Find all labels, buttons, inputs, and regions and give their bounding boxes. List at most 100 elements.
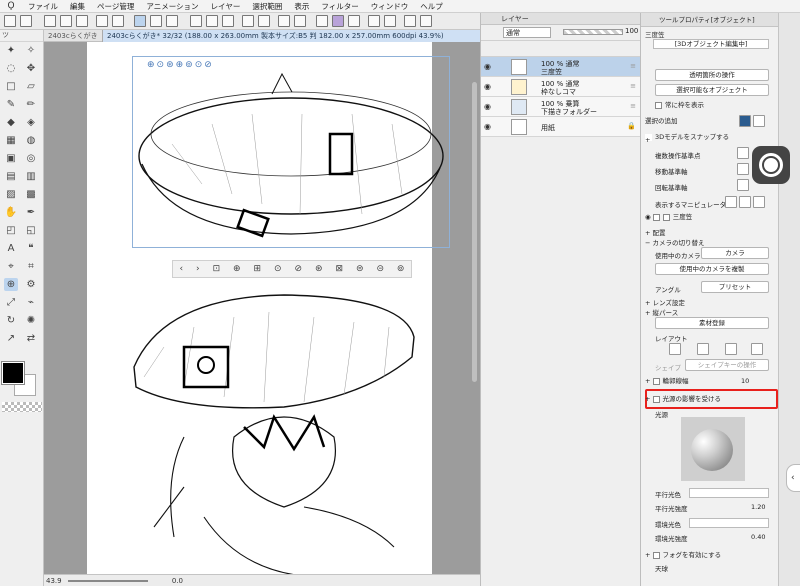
pose-icon[interactable]: ⊜ <box>356 264 364 274</box>
figure-icon[interactable]: ▥ <box>24 170 38 183</box>
light-preview[interactable] <box>681 417 745 481</box>
camera-switch-section[interactable]: − カメラの切り替え <box>645 237 705 247</box>
object-visibility-row[interactable]: ◉ 三度笠 <box>645 211 773 223</box>
head-icon[interactable]: ⊚ <box>397 264 405 274</box>
invert-icon[interactable] <box>222 15 234 27</box>
open-file-icon[interactable] <box>20 15 32 27</box>
layer-row[interactable]: ◉ 100 % 乗算 下描きフォルダー ≡ <box>481 97 640 117</box>
layout-head-button[interactable] <box>725 343 737 355</box>
tone-icon[interactable] <box>258 15 270 27</box>
menu-edit[interactable]: 編集 <box>64 1 91 12</box>
placement-section[interactable]: + 配置 <box>645 227 666 237</box>
eye-icon[interactable]: ◉ <box>484 62 491 71</box>
selection-remove-button[interactable] <box>753 115 765 127</box>
brush-icon[interactable]: ◆ <box>4 116 18 129</box>
opacity-slider[interactable] <box>563 29 623 35</box>
drag-handle-icon[interactable]: ≡ <box>630 82 636 90</box>
canvas-area[interactable]: ⊕⊙⊛⊕⊚⊙⊘ ‹ › ⊡ ⊕ ⊞ ⊙ ⊘ ⊛ ⊠ ⊜ ⊝ ⊚ <box>44 42 480 574</box>
light-icon[interactable]: ⊛ <box>315 264 323 274</box>
lock-icon[interactable]: ⊠ <box>335 264 343 274</box>
camera-select[interactable]: カメラ <box>701 247 769 259</box>
shapekey-op-select[interactable]: シェイプキーの操作 <box>685 359 769 371</box>
eye-icon[interactable]: ◉ <box>645 213 651 221</box>
eye-icon[interactable]: ◉ <box>484 82 491 91</box>
layout-pose-button[interactable] <box>669 343 681 355</box>
menu-help[interactable]: ヘルプ <box>414 1 449 12</box>
zoom-value[interactable]: 43.9 <box>46 577 62 585</box>
layout-clock-button[interactable] <box>751 343 763 355</box>
register-material-button[interactable]: 素材登録 <box>655 317 769 329</box>
zoom-icon[interactable]: ◌ <box>4 62 18 75</box>
snap-icon[interactable] <box>134 15 146 27</box>
undo-icon[interactable] <box>60 15 72 27</box>
layer-row[interactable]: ◉ 100 % 通常 三度笠 ≡ <box>481 57 640 77</box>
lasso-tool-icon[interactable]: ⌁ <box>24 296 38 309</box>
gear-icon[interactable]: ⚙ <box>24 278 38 291</box>
eye-icon[interactable]: ◉ <box>484 122 491 131</box>
lens-section[interactable]: + レンズ設定 <box>645 297 685 307</box>
frame-icon[interactable]: ▨ <box>4 188 18 201</box>
object-tool-icon[interactable]: ⊕ <box>4 278 18 291</box>
crop-icon[interactable] <box>242 15 254 27</box>
pencil-icon[interactable]: ✏ <box>24 98 38 111</box>
reset-icon[interactable]: ⊙ <box>274 264 282 274</box>
duplicate-camera-button[interactable]: 使用中のカメラを複製 <box>655 263 769 275</box>
flip-tool-icon[interactable]: ⇄ <box>24 332 38 345</box>
lasso-icon[interactable] <box>348 15 360 27</box>
menu-view[interactable]: 表示 <box>288 1 315 12</box>
redo-icon[interactable] <box>76 15 88 27</box>
hand-icon[interactable]: ✋ <box>4 206 18 219</box>
menu-filter[interactable]: フィルター <box>315 1 364 12</box>
always-show-frame-checkbox[interactable]: 常に枠を表示 <box>655 99 783 111</box>
light-effect-row[interactable]: + 光源の影響を受ける <box>645 393 773 405</box>
transform-icon[interactable] <box>112 15 124 27</box>
layout-figure-button[interactable] <box>697 343 709 355</box>
hide-icon[interactable]: ⊘ <box>295 264 303 274</box>
clear-icon[interactable] <box>96 15 108 27</box>
target-icon[interactable]: ◎ <box>24 152 38 165</box>
layer-row[interactable]: ◉ 用紙 🔒 <box>481 117 640 137</box>
assistive-touch-button[interactable] <box>752 146 790 184</box>
airbrush-icon[interactable]: ◈ <box>24 116 38 129</box>
manipulator-scale-button[interactable] <box>753 196 765 208</box>
menu-animation[interactable]: アニメーション <box>140 1 204 12</box>
fill-icon[interactable] <box>278 15 290 27</box>
balloon-icon[interactable]: ◰ <box>4 224 18 237</box>
rotate-left-icon[interactable] <box>404 15 416 27</box>
perspective-section[interactable]: + 縦パース <box>645 307 678 317</box>
eyedropper-icon[interactable]: ✒ <box>24 206 38 219</box>
decoration-icon[interactable]: ▦ <box>4 134 18 147</box>
color-icon[interactable] <box>332 15 344 27</box>
menu-selection[interactable]: 選択範囲 <box>246 1 288 12</box>
snap-3d-row[interactable]: +3Dモデルをスナップする <box>645 131 773 144</box>
rotate-base-button[interactable] <box>737 179 749 191</box>
float-bar-prev-icon[interactable]: ‹ <box>179 264 183 274</box>
move-3d-icon[interactable]: ⊕ <box>233 264 241 274</box>
menu-layer[interactable]: レイヤー <box>205 1 247 12</box>
expand-icon[interactable] <box>368 15 380 27</box>
menu-page[interactable]: ページ管理 <box>91 1 140 12</box>
manipulator-rotate-button[interactable] <box>739 196 751 208</box>
tab-document-inactive[interactable]: 2403cらくがき <box>44 30 102 42</box>
blend-mode-select[interactable]: 通常 <box>503 27 551 38</box>
menu-file[interactable]: ファイル <box>22 1 64 12</box>
deselect-icon[interactable] <box>206 15 218 27</box>
outline-width-row[interactable]: + 輪郭線幅 <box>645 375 773 387</box>
preset-select[interactable]: プリセット <box>701 281 769 293</box>
edge-handle-icon[interactable]: ‹ <box>786 464 800 492</box>
fog-row[interactable]: + フォグを有効にする <box>645 549 773 561</box>
view-icon[interactable] <box>316 15 328 27</box>
transform-tool-icon[interactable]: ⤢ <box>4 296 18 309</box>
tab-document-active[interactable]: 2403cらくがき* 32/32 (188.00 x 263.00mm 製本サイ… <box>102 30 480 42</box>
transparent-color-swatch[interactable] <box>2 402 42 412</box>
select-all-icon[interactable] <box>190 15 202 27</box>
grid-icon[interactable] <box>166 15 178 27</box>
lock-icon[interactable]: 🔒 <box>627 122 636 130</box>
main-color-swatch[interactable] <box>1 361 25 385</box>
menu-window[interactable]: ウィンドウ <box>365 1 415 12</box>
eye-icon[interactable]: ◉ <box>484 102 491 111</box>
figure-icon-2[interactable]: ⊝ <box>376 264 384 274</box>
ruler-tool-icon[interactable]: ▩ <box>24 188 38 201</box>
parallel-color-field[interactable] <box>689 488 769 498</box>
transparent-action-select[interactable]: 透明箇所の操作 <box>655 69 769 81</box>
